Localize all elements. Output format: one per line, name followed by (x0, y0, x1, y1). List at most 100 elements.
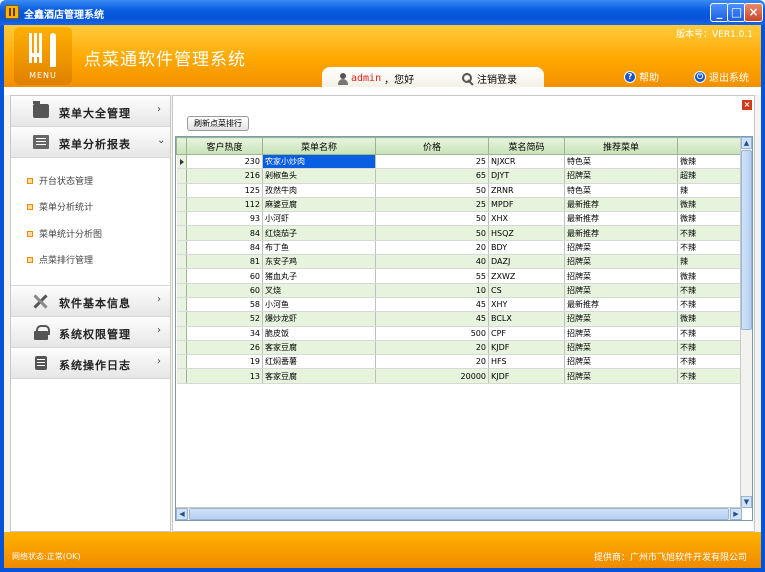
table-cell[interactable]: 20000 (375, 368, 489, 384)
table-cell[interactable]: 65 (375, 168, 489, 184)
table-row[interactable]: 84 红烧茄子 50 HSQZ 最新推荐 不辣 (176, 225, 742, 241)
table-cell[interactable]: KJDF (488, 368, 565, 384)
scroll-down-icon[interactable]: ▼ (741, 496, 752, 508)
table-cell[interactable]: MPDF (488, 197, 565, 213)
table-row[interactable]: 93 小河虾 50 XHX 最新推荐 微辣 (176, 211, 742, 227)
column-header[interactable]: 菜单名称 (262, 137, 376, 155)
table-row[interactable]: 60 叉烧 10 CS 招牌菜 不辣 (176, 283, 742, 298)
table-cell[interactable]: 不辣 (677, 297, 742, 313)
table-cell[interactable]: 不辣 (677, 340, 742, 356)
sidebar-section-permissions[interactable]: 系统权限管理 › (11, 317, 170, 348)
row-indicator[interactable] (176, 311, 187, 327)
table-cell[interactable]: XHX (488, 211, 565, 227)
table-cell[interactable]: 52 (186, 311, 263, 327)
table-cell[interactable]: 辣 (677, 254, 742, 270)
table-cell[interactable]: 猪血丸子 (262, 268, 376, 284)
close-panel-button[interactable]: × (742, 100, 752, 110)
table-cell[interactable]: 微辣 (677, 154, 742, 170)
column-header[interactable] (677, 137, 742, 155)
table-cell[interactable]: 13 (186, 368, 263, 384)
table-cell[interactable]: 50 (375, 225, 489, 241)
column-header[interactable]: 价格 (375, 137, 489, 155)
table-cell[interactable]: 20 (375, 340, 489, 356)
table-cell[interactable]: 剁椒鱼头 (262, 168, 376, 184)
row-indicator[interactable] (176, 368, 187, 384)
table-cell[interactable]: 50 (375, 183, 489, 198)
table-cell[interactable]: 麻婆豆腐 (262, 197, 376, 213)
table-cell[interactable]: 45 (375, 297, 489, 313)
table-cell[interactable]: 招牌菜 (564, 240, 678, 256)
table-row[interactable]: 125 孜然牛肉 50 ZRNR 特色菜辣 (176, 183, 742, 198)
table-cell[interactable]: 60 (186, 268, 263, 284)
horizontal-scrollbar[interactable]: ◀ ▶ (176, 507, 742, 520)
table-cell[interactable]: 布丁鱼 (262, 240, 376, 256)
table-cell[interactable]: 19 (186, 354, 263, 370)
table-cell[interactable]: 不辣 (677, 240, 742, 256)
table-cell[interactable]: 125 (186, 183, 263, 198)
table-cell[interactable]: BCLX (488, 311, 565, 327)
table-row[interactable]: 26 客家豆腐 20 KJDF 招牌菜 不辣 (176, 340, 742, 356)
table-cell[interactable]: 最新推荐 (564, 297, 678, 313)
table-cell[interactable]: 84 (186, 225, 263, 241)
table-cell[interactable]: 红烧茄子 (262, 225, 376, 241)
table-cell[interactable]: 不辣 (677, 225, 742, 241)
table-cell[interactable]: 20 (375, 354, 489, 370)
table-cell[interactable]: 超辣 (677, 168, 742, 184)
table-cell[interactable]: 45 (375, 311, 489, 327)
table-cell[interactable]: 最新推荐 (564, 225, 678, 241)
row-indicator[interactable] (176, 354, 187, 370)
row-indicator[interactable] (176, 326, 187, 341)
table-cell[interactable]: 招牌菜 (564, 368, 678, 384)
table-cell[interactable]: 40 (375, 254, 489, 270)
table-cell[interactable]: 微辣 (677, 211, 742, 227)
table-cell[interactable]: 招牌菜 (564, 254, 678, 270)
table-cell[interactable]: 230 (186, 154, 263, 170)
table-cell[interactable]: 10 (375, 283, 489, 298)
table-cell[interactable]: DAZJ (488, 254, 565, 270)
table-cell[interactable]: 93 (186, 211, 263, 227)
sidebar-item-table-status[interactable]: 开台状态管理 (27, 174, 93, 187)
table-cell[interactable]: HFS (488, 354, 565, 370)
table-cell[interactable]: 招牌菜 (564, 340, 678, 356)
row-indicator[interactable] (176, 168, 187, 184)
table-cell[interactable]: 25 (375, 154, 489, 170)
table-row[interactable]: 13 客家豆腐 20000 KJDF 招牌菜 不辣 (176, 368, 742, 384)
scroll-left-icon[interactable]: ◀ (176, 508, 188, 520)
logout-link[interactable]: 注销登录 (462, 71, 517, 86)
sidebar-section-menu-management[interactable]: 菜单大全管理 › (11, 96, 170, 127)
table-cell[interactable]: 84 (186, 240, 263, 256)
table-cell[interactable]: 东安子鸡 (262, 254, 376, 270)
table-cell[interactable]: KJDF (488, 340, 565, 356)
table-cell[interactable]: 辣 (677, 183, 742, 198)
table-row[interactable]: 34 脆皮饭 500 CPF 招牌菜 不辣 (176, 326, 742, 341)
sidebar-item-ranking[interactable]: 点菜排行管理 (27, 253, 93, 266)
scroll-right-icon[interactable]: ▶ (730, 508, 742, 520)
column-header[interactable]: 客户热度 (186, 137, 263, 155)
table-cell[interactable]: 50 (375, 211, 489, 227)
table-row[interactable]: 216 剁椒鱼头 65 DJYT 招牌菜 超辣 (176, 168, 742, 184)
table-row[interactable]: 52 爆炒龙虾 45 BCLX 招牌菜 微辣 (176, 311, 742, 327)
table-cell[interactable]: 500 (375, 326, 489, 341)
row-indicator[interactable] (176, 283, 187, 298)
table-cell[interactable]: 特色菜 (564, 183, 678, 198)
refresh-ranking-button[interactable]: 刷新点菜排行 (187, 116, 249, 131)
table-cell[interactable]: 招牌菜 (564, 268, 678, 284)
table-cell[interactable]: 不辣 (677, 326, 742, 341)
row-indicator[interactable] (176, 197, 187, 213)
table-cell[interactable]: 客家豆腐 (262, 340, 376, 356)
table-cell[interactable]: ZXWZ (488, 268, 565, 284)
help-link[interactable]: ? 帮助 (624, 69, 659, 84)
table-cell[interactable]: ZRNR (488, 183, 565, 198)
table-row[interactable]: 58 小河鱼 45 XHY 最新推荐 不辣 (176, 297, 742, 313)
column-header[interactable]: 推荐菜单 (564, 137, 678, 155)
table-cell[interactable]: 叉烧 (262, 283, 376, 298)
table-row[interactable]: 112 麻婆豆腐 25 MPDF 最新推荐 微辣 (176, 197, 742, 213)
table-cell[interactable]: 小河鱼 (262, 297, 376, 313)
table-cell[interactable]: DJYT (488, 168, 565, 184)
table-cell[interactable]: 216 (186, 168, 263, 184)
close-window-button[interactable]: × (744, 3, 763, 22)
table-cell[interactable]: 58 (186, 297, 263, 313)
table-cell[interactable]: CS (488, 283, 565, 298)
table-row[interactable]: 19 红焖番薯 20 HFS 招牌菜 不辣 (176, 354, 742, 370)
row-indicator[interactable] (176, 183, 187, 198)
